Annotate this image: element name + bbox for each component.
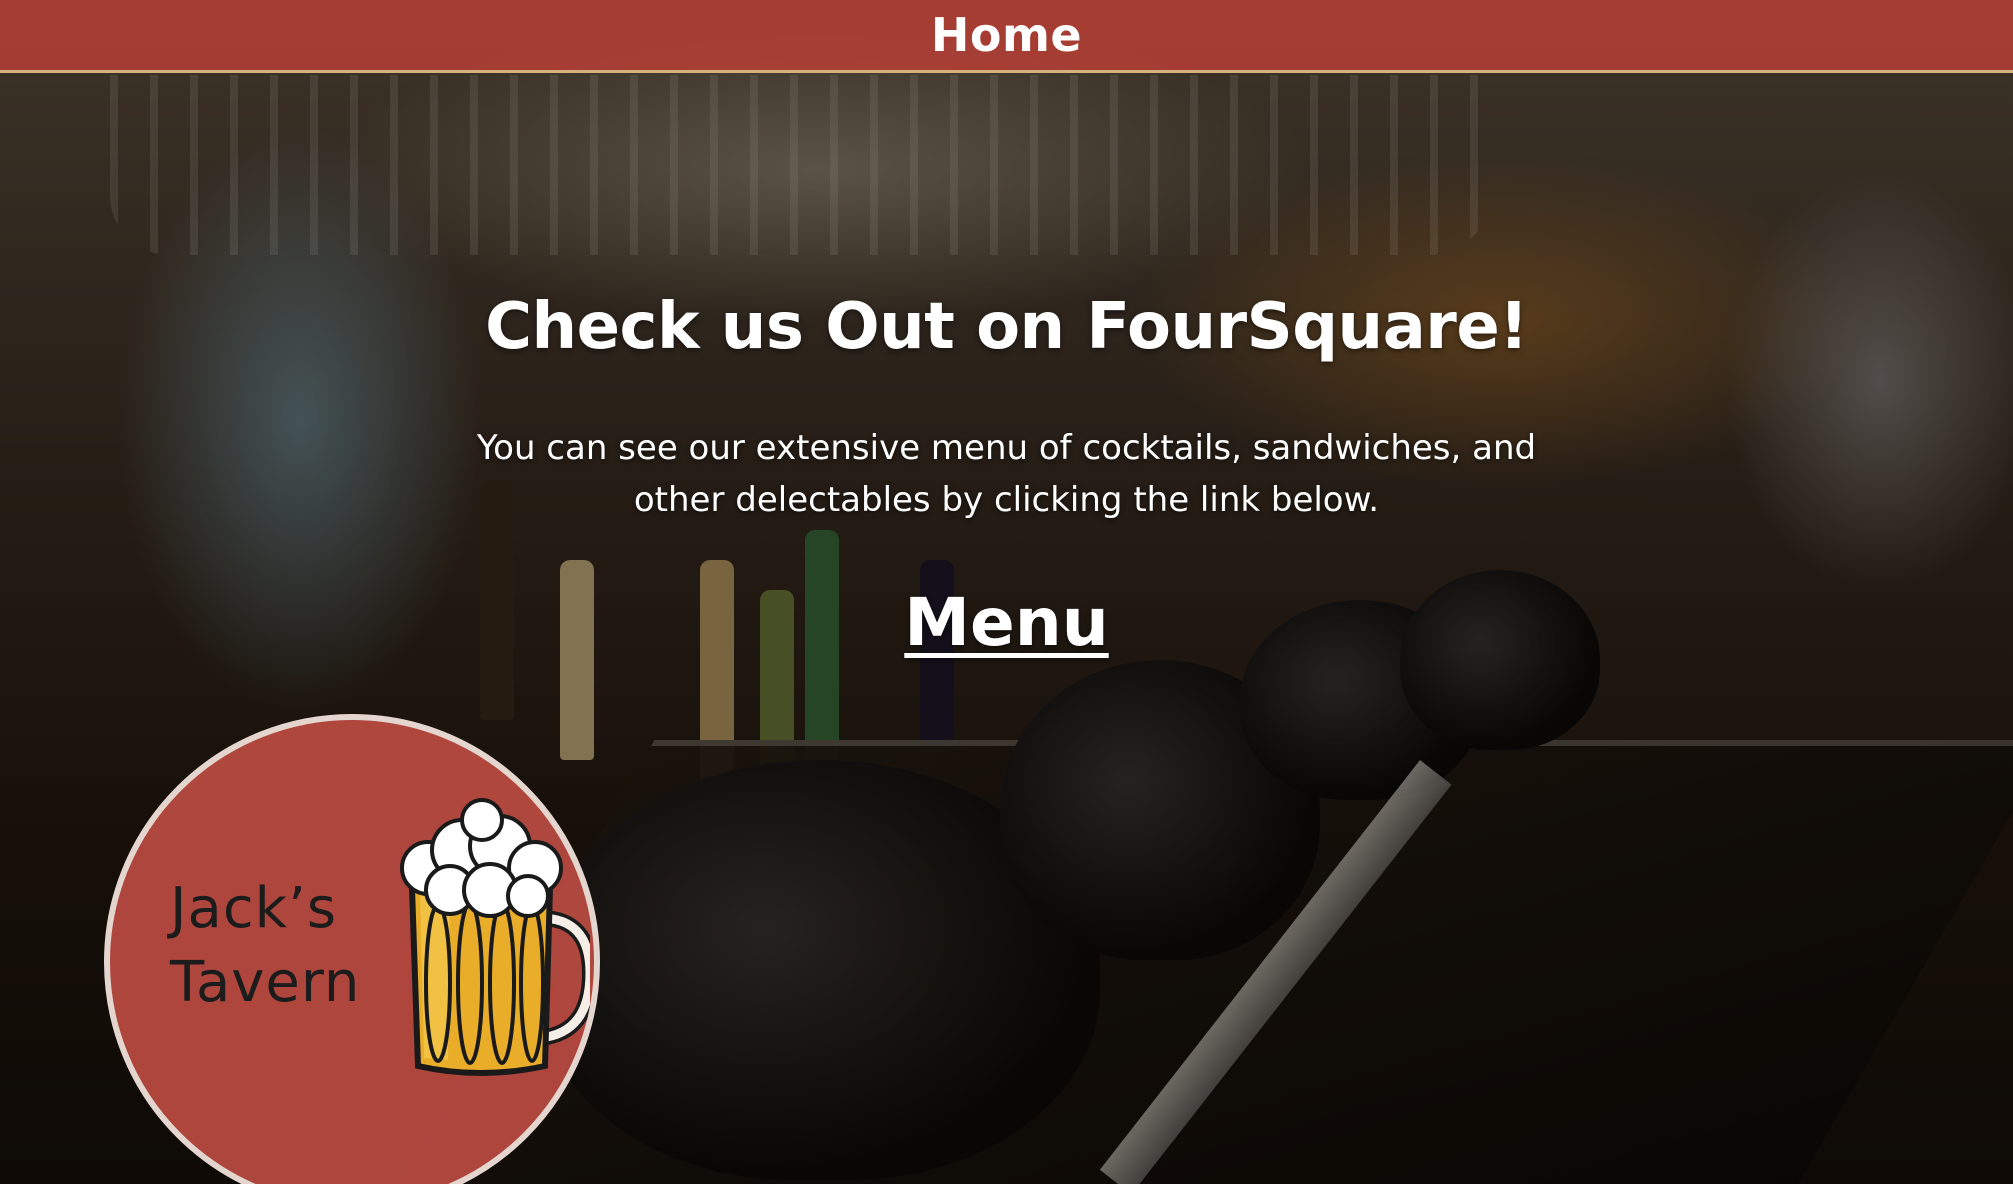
page: Home Check us Out on FourSquare! You can… — [0, 0, 2013, 1184]
menu-link[interactable]: Menu — [904, 584, 1108, 661]
logo: Jack’s Tavern — [104, 714, 600, 1184]
main-content: Check us Out on FourSquare! You can see … — [0, 290, 2013, 661]
beer-mug-icon — [400, 798, 590, 1076]
logo-line-2: Tavern — [170, 950, 361, 1015]
top-nav: Home — [0, 0, 2013, 73]
nav-home-link[interactable]: Home — [931, 8, 1082, 62]
page-description: You can see our extensive menu of cockta… — [476, 428, 1537, 520]
page-heading: Check us Out on FourSquare! — [485, 290, 1528, 364]
logo-text: Jack’s Tavern — [170, 872, 360, 1020]
logo-line-1: Jack’s — [170, 876, 338, 941]
